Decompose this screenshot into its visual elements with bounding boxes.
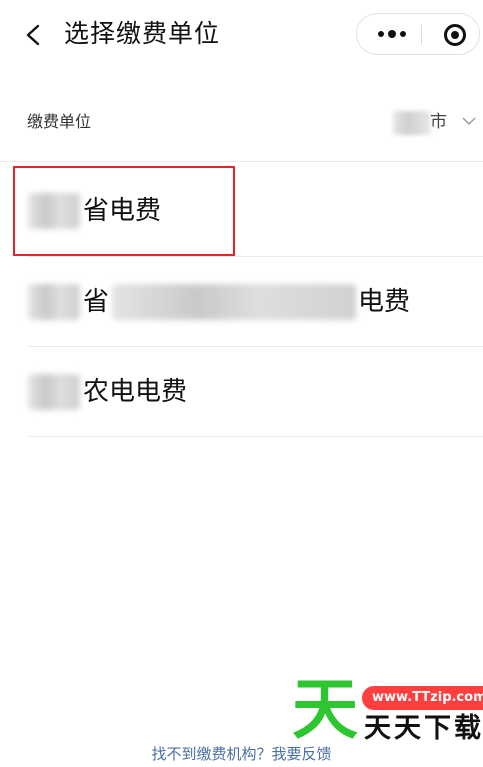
capsule-divider [421,25,422,45]
list-item[interactable]: 省 电费 [0,258,483,346]
divider [28,436,483,437]
target-icon[interactable] [443,23,467,47]
chevron-down-icon [462,117,476,125]
divider [28,346,483,347]
more-dots-icon[interactable] [375,25,409,43]
redacted-text [112,284,356,320]
watermark-glyph: 天 [292,671,358,748]
payee-unit-label: 缴费单位 [27,112,92,131]
divider [0,161,483,162]
list-item[interactable]: 农电电费 [0,348,483,436]
highlight-box [13,166,235,256]
payee-unit-row[interactable]: 缴费单位 市 [0,98,483,150]
watermark-url: www.TTzip.com [362,686,483,710]
item-label-suffix: 电费 [358,287,411,317]
mini-program-capsule [356,13,480,55]
chevron-left-icon[interactable] [24,24,42,46]
watermark-site-name: 天天下载 [364,713,483,744]
redacted-text [28,284,80,320]
divider [28,256,483,257]
watermark-logo: 天 www.TTzip.com 天天下载 [292,672,483,748]
city-suffix: 市 [430,112,447,132]
page-title: 选择缴费单位 [64,19,221,48]
redacted-text [28,374,80,410]
city-name-redacted [393,111,431,135]
item-label: 农电电费 [83,377,188,407]
item-label: 省 [83,287,110,317]
navigation-bar: 选择缴费单位 [0,0,483,68]
